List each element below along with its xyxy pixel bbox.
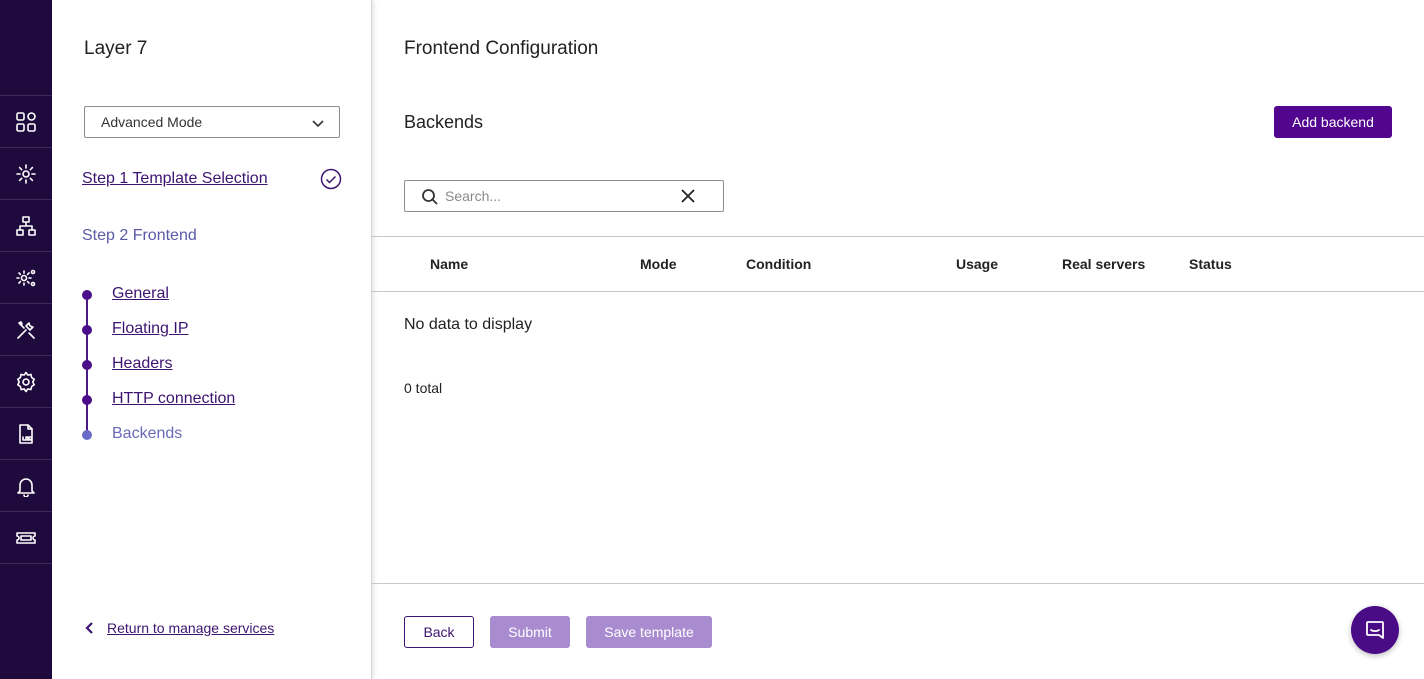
log-file-icon: [19, 423, 33, 444]
check-circle-icon: [320, 168, 342, 190]
mode-select-value: Advanced Mode: [101, 114, 203, 130]
rail-item-logs[interactable]: [0, 407, 52, 459]
rail-item-dashboard[interactable]: [0, 95, 52, 147]
rail-item-tools[interactable]: [0, 303, 52, 355]
column-header-real-servers[interactable]: Real servers: [1062, 256, 1145, 272]
sidebar-title: Layer 7: [84, 38, 148, 59]
empty-table-message: No data to display: [404, 316, 533, 333]
settings-cog-icon: [16, 269, 36, 286]
step-2-label: Step 2 Frontend: [82, 227, 197, 244]
bell-icon: [17, 477, 35, 497]
rail-divider: [0, 563, 52, 564]
column-header-condition[interactable]: Condition: [746, 256, 811, 272]
mode-select[interactable]: Advanced Mode: [84, 106, 340, 138]
total-count: 0 total: [404, 380, 443, 396]
rail-item-settings[interactable]: [0, 355, 52, 407]
main-content: Frontend Configuration Backends Add back…: [372, 0, 1424, 679]
sub-step-floating-ip[interactable]: Floating IP: [112, 320, 188, 338]
wizard-sidebar: Layer 7 Advanced Mode Step 1 Template Se…: [52, 0, 372, 679]
network-icon: [16, 215, 36, 236]
ticket-icon: [16, 531, 36, 544]
column-header-name[interactable]: Name: [430, 256, 468, 272]
rail-item-support[interactable]: [0, 511, 52, 563]
page-title: Frontend Configuration: [404, 38, 599, 59]
step-1-link[interactable]: Step 1 Template Selection: [82, 170, 268, 188]
gear-icon: [17, 371, 35, 392]
footer-divider: [372, 583, 1424, 584]
sub-step-general[interactable]: General: [112, 285, 169, 303]
save-template-button[interactable]: Save template: [586, 616, 712, 648]
search-box: [404, 180, 724, 212]
chevron-left-icon: [82, 620, 98, 636]
sub-step-backends: Backends: [112, 425, 183, 442]
return-link-label: Return to manage services: [107, 620, 275, 636]
submit-button[interactable]: Submit: [490, 616, 570, 648]
dashboard-grid-icon: [16, 111, 36, 132]
timeline-dot-floating-ip: [82, 325, 92, 335]
rail-item-network[interactable]: [0, 199, 52, 251]
back-button[interactable]: Back: [404, 616, 474, 648]
timeline-dot-headers: [82, 360, 92, 370]
chat-icon: [1366, 621, 1384, 639]
tools-icon: [17, 320, 35, 339]
sub-step-headers[interactable]: Headers: [112, 355, 172, 373]
clear-search-icon[interactable]: [681, 189, 695, 203]
add-backend-button[interactable]: Add backend: [1274, 106, 1392, 138]
timeline-dot-general: [82, 290, 92, 300]
rail-item-services[interactable]: [0, 147, 52, 199]
sub-step-http-connection[interactable]: HTTP connection: [112, 390, 235, 408]
section-title: Backends: [404, 112, 484, 132]
column-header-status[interactable]: Status: [1189, 256, 1232, 272]
column-header-usage[interactable]: Usage: [956, 256, 998, 272]
return-to-services-link[interactable]: Return to manage services: [82, 620, 274, 636]
table-header: Name Mode Condition Usage Real servers S…: [372, 236, 1424, 292]
search-icon: [421, 188, 439, 206]
rail-item-notifications[interactable]: [0, 459, 52, 511]
search-input[interactable]: [445, 186, 665, 206]
timeline-dot-http-connection: [82, 395, 92, 405]
column-header-mode[interactable]: Mode: [640, 256, 677, 272]
icon-rail: [0, 0, 52, 679]
chat-button[interactable]: [1351, 606, 1399, 654]
rail-item-configuration[interactable]: [0, 251, 52, 303]
chevron-down-icon: [311, 116, 325, 130]
services-gear-icon: [16, 163, 36, 184]
timeline-dot-backends: [82, 430, 92, 440]
